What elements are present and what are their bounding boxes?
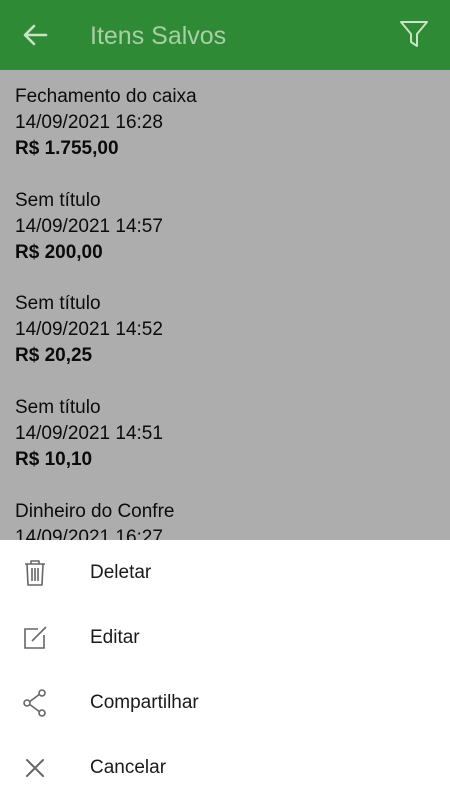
share-icon xyxy=(20,688,50,718)
cancel-button[interactable]: Cancelar xyxy=(0,735,450,800)
edit-label: Editar xyxy=(90,626,140,648)
edit-icon xyxy=(20,623,50,653)
close-icon xyxy=(20,753,50,783)
delete-button[interactable]: Deletar xyxy=(0,540,450,605)
trash-icon xyxy=(20,558,50,588)
share-label: Compartilhar xyxy=(90,691,199,713)
app-screen: Fechamento do caixa 14/09/2021 16:28 R$ … xyxy=(0,0,450,800)
action-sheet: Deletar Editar Compartilhar Cancelar xyxy=(0,540,450,800)
edit-button[interactable]: Editar xyxy=(0,605,450,670)
delete-label: Deletar xyxy=(90,561,152,583)
modal-scrim[interactable] xyxy=(0,70,450,540)
appbar-scrim xyxy=(0,0,450,70)
cancel-label: Cancelar xyxy=(90,756,167,778)
share-button[interactable]: Compartilhar xyxy=(0,670,450,735)
